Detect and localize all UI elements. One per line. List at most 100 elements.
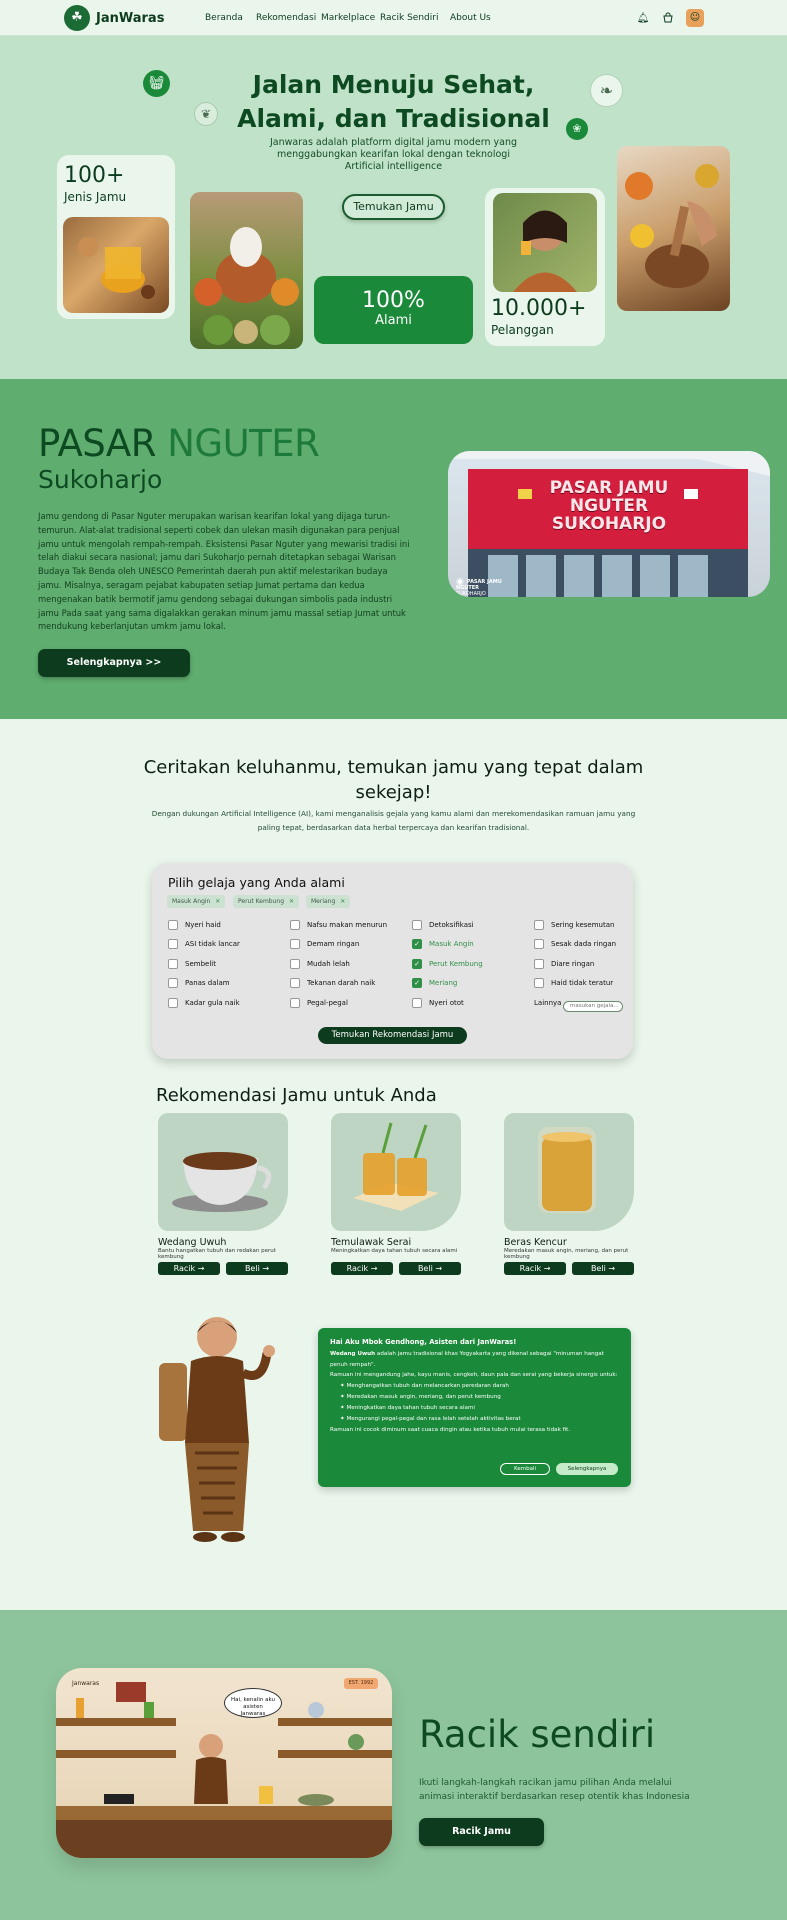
symptom-option[interactable]: Sesak dada ringan bbox=[534, 938, 616, 950]
nav-link-rekomendasi[interactable]: Rekomendasi bbox=[256, 13, 316, 23]
back-button[interactable]: Kembali bbox=[500, 1463, 550, 1475]
pasar-sign: PASAR JAMU NGUTER SUKOHARJO bbox=[448, 479, 770, 533]
symptom-option[interactable]: Nyeri otot bbox=[412, 997, 464, 1009]
checkbox[interactable] bbox=[168, 959, 178, 969]
chat-paragraph-3: Ramuan ini cocok diminum saat cuaca ding… bbox=[330, 1426, 571, 1433]
symptom-option[interactable]: Pegal-pegal bbox=[290, 997, 348, 1009]
symptom-option[interactable]: Nafsu makan menurun bbox=[290, 919, 387, 931]
checkbox[interactable] bbox=[168, 998, 178, 1008]
symptom-option[interactable]: Nyeri haid bbox=[168, 919, 221, 931]
symptom-option[interactable]: Mudah lelah bbox=[290, 958, 350, 970]
symptom-option[interactable]: Kadar gula naik bbox=[168, 997, 240, 1009]
checkbox-checked[interactable]: ✓ bbox=[412, 939, 422, 949]
brand-name[interactable]: JanWaras bbox=[96, 11, 164, 26]
nav-link-beranda[interactable]: Beranda bbox=[205, 13, 243, 23]
product-card[interactable]: Beras Kencur Meredakan masuk angin, meri… bbox=[504, 1113, 634, 1275]
checkbox[interactable] bbox=[290, 998, 300, 1008]
checkbox[interactable] bbox=[168, 939, 178, 949]
symptom-option[interactable]: Sembelit bbox=[168, 958, 216, 970]
checkbox[interactable] bbox=[290, 978, 300, 988]
hero-section: 🧺︎ ❦ ❧ ❀ Jalan Menuju Sehat, Alami, dan … bbox=[0, 36, 787, 379]
buy-button[interactable]: Beli → bbox=[226, 1262, 288, 1275]
hero-title-line2: Alami, dan Tradisional bbox=[237, 104, 550, 133]
jamu-glass-photo bbox=[63, 217, 169, 313]
checkbox[interactable] bbox=[290, 939, 300, 949]
sign-line3: SUKOHARJO bbox=[551, 514, 667, 534]
symptom-label: Masuk Angin bbox=[429, 940, 474, 948]
symptom-label: Detoksifikasi bbox=[429, 921, 474, 929]
symptom-option[interactable]: Tekanan darah naik bbox=[290, 977, 375, 989]
checkbox[interactable] bbox=[168, 978, 178, 988]
checkbox[interactable] bbox=[290, 959, 300, 969]
chat-paragraph-2: Ramuan ini mengandung jahe, kayu manis, … bbox=[330, 1372, 618, 1378]
product-card[interactable]: Wedang Uwuh Bantu hangatkan tubuh dan re… bbox=[158, 1113, 288, 1275]
symptom-option[interactable]: Sering kesemutan bbox=[534, 919, 614, 931]
checkbox-checked[interactable]: ✓ bbox=[412, 959, 422, 969]
symptom-option-checked[interactable]: ✓ Meriang bbox=[412, 977, 457, 989]
selected-chip-masuk-angin[interactable]: Masuk Angin ✕ bbox=[167, 895, 226, 908]
checkbox[interactable] bbox=[412, 920, 422, 930]
racik-jamu-button[interactable]: Racik Jamu bbox=[419, 1818, 544, 1846]
product-desc: Meningkatkan daya tahan tubuh secara ala… bbox=[331, 1248, 458, 1254]
pasar-title-a: PASAR bbox=[38, 422, 156, 465]
symptom-option[interactable]: Demam ringan bbox=[290, 938, 359, 950]
selected-chip-perut-kembung[interactable]: Perut Kembung ✕ bbox=[233, 895, 299, 908]
racik-button[interactable]: Racik → bbox=[158, 1262, 220, 1275]
checkbox[interactable] bbox=[534, 978, 544, 988]
nav-link-marketplace[interactable]: Markelplace bbox=[321, 13, 375, 23]
checkbox[interactable] bbox=[168, 920, 178, 930]
logo-icon[interactable]: ☘ bbox=[64, 5, 90, 31]
mbok-gendhong-mascot bbox=[155, 1313, 287, 1548]
bell-icon[interactable]: 🔔︎ bbox=[636, 12, 650, 26]
product-card[interactable]: Temulawak Serai Meningkatkan daya tahan … bbox=[331, 1113, 461, 1275]
checkbox[interactable] bbox=[534, 939, 544, 949]
checkbox[interactable] bbox=[412, 998, 422, 1008]
remove-chip-icon[interactable]: ✕ bbox=[340, 898, 345, 905]
stat-card-jenis-jamu: 100+ Jenis Jamu bbox=[57, 155, 175, 319]
symptom-label: Panas dalam bbox=[185, 979, 230, 987]
chat-benefit-item: ✦ Menghangatkan tubuh dan melancarkan pe… bbox=[330, 1381, 619, 1392]
scene-badge: EST. 1992 bbox=[344, 1678, 378, 1689]
cart-icon[interactable] bbox=[661, 12, 675, 26]
selected-chip-meriang[interactable]: Meriang ✕ bbox=[306, 895, 351, 908]
buy-label: Beli bbox=[417, 1264, 433, 1273]
user-avatar[interactable]: ☺ bbox=[686, 9, 704, 27]
symptom-option-checked[interactable]: ✓ Perut Kembung bbox=[412, 958, 483, 970]
beras-kencur-image bbox=[504, 1113, 634, 1231]
find-jamu-button[interactable]: Temukan Jamu bbox=[342, 194, 445, 220]
location-caption-2: SUKOHARJO bbox=[456, 591, 486, 597]
wedang-uwuh-image bbox=[158, 1113, 288, 1231]
basket-icon: 🧺︎ bbox=[143, 70, 170, 97]
checkbox-checked[interactable]: ✓ bbox=[412, 978, 422, 988]
checkbox[interactable] bbox=[534, 959, 544, 969]
remove-chip-icon[interactable]: ✕ bbox=[215, 898, 220, 905]
chat-title: Hai Aku Mbok Gendhong, Asisten dari JanW… bbox=[330, 1338, 517, 1346]
find-recommendation-button[interactable]: Temukan Rekomendasi Jamu bbox=[318, 1027, 467, 1044]
symptom-option[interactable]: Haid tidak teratur bbox=[534, 977, 613, 989]
girl-drinking-photo bbox=[493, 193, 597, 292]
symptom-option[interactable]: Detoksifikasi bbox=[412, 919, 474, 931]
read-more-button[interactable]: Selengkapnya >> bbox=[38, 649, 190, 677]
symptom-label: Kadar gula naik bbox=[185, 999, 240, 1007]
stat-number: 100% bbox=[362, 288, 425, 313]
remove-chip-icon[interactable]: ✕ bbox=[289, 898, 294, 905]
symptom-panel: Pilih gelaja yang Anda alami Masuk Angin… bbox=[152, 863, 633, 1059]
checkbox[interactable] bbox=[290, 920, 300, 930]
buy-button[interactable]: Beli → bbox=[399, 1262, 461, 1275]
symptom-option-checked[interactable]: ✓ Masuk Angin bbox=[412, 938, 474, 950]
benefit-text: Meningkatkan daya tahan tubuh secara ala… bbox=[346, 1404, 475, 1411]
nav-link-about[interactable]: About Us bbox=[450, 13, 491, 23]
other-symptom-input[interactable]: masukan gejala... bbox=[563, 1001, 623, 1012]
buy-button[interactable]: Beli → bbox=[572, 1262, 634, 1275]
product-name: Beras Kencur bbox=[504, 1237, 567, 1248]
symptom-option[interactable]: Panas dalam bbox=[168, 977, 230, 989]
more-button[interactable]: Selengkapnya bbox=[556, 1463, 618, 1475]
symptom-option[interactable]: Diare ringan bbox=[534, 958, 594, 970]
checkbox[interactable] bbox=[534, 920, 544, 930]
racik-button[interactable]: Racik → bbox=[504, 1262, 566, 1275]
racik-button[interactable]: Racik → bbox=[331, 1262, 393, 1275]
nav-link-racik-sendiri[interactable]: Racik Sendiri bbox=[380, 13, 438, 23]
symptom-option[interactable]: ASI tidak lancar bbox=[168, 938, 240, 950]
symptom-label: Meriang bbox=[429, 979, 458, 987]
symptom-label: Haid tidak teratur bbox=[551, 979, 614, 987]
